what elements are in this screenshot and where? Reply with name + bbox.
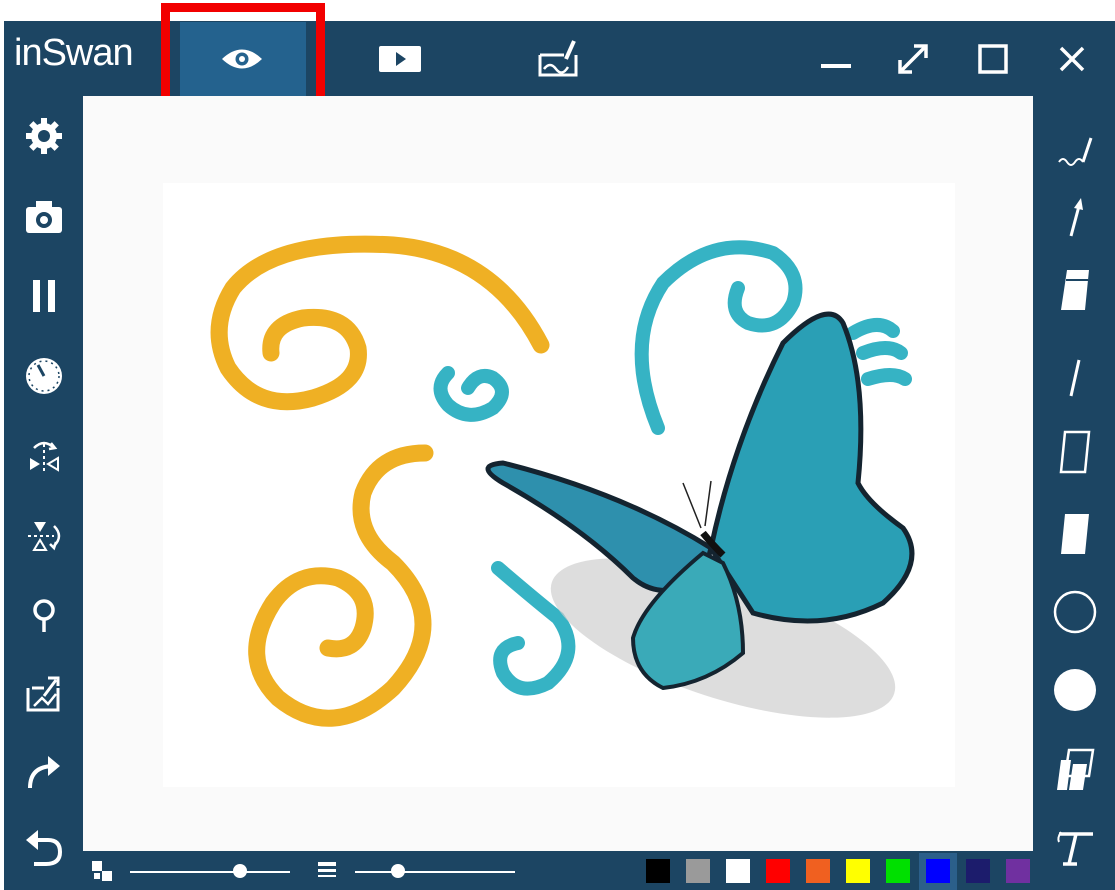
undo-icon [26,830,63,866]
rectangle-outline-icon [1059,430,1091,474]
minimize-icon [821,64,851,68]
camera-icon [26,201,62,233]
timer-icon [26,358,62,394]
teal-lines-1 [846,318,900,340]
arrow-tool-button[interactable] [1045,190,1105,246]
app-logo: inSwan [14,32,134,74]
magnifier-button[interactable] [14,588,74,644]
expand-icon [898,44,928,74]
pause-icon [33,280,55,312]
rectangle-outline-tool-button[interactable] [1045,424,1105,480]
line-tool-button[interactable] [1045,350,1105,406]
text-tool-button[interactable] [1045,820,1105,876]
flip-horizontal-button[interactable] [14,428,74,484]
clear-eraser-tool-button[interactable] [1045,742,1105,798]
camera-preview-image [163,183,955,787]
settings-button[interactable] [14,108,74,164]
board-icon [26,676,60,712]
color-swatch[interactable] [686,859,710,883]
flip-vertical-icon [28,522,61,551]
inswan-app-window: inSwan [0,0,1115,890]
tab-draw[interactable] [533,34,583,84]
snapshot-button[interactable] [14,188,74,244]
minimize-button[interactable] [811,34,861,84]
color-swatch[interactable] [926,859,950,883]
thickness-slider[interactable] [355,871,515,873]
timer-button[interactable] [14,348,74,404]
pen-tool-button[interactable] [1045,124,1105,180]
arrow-icon [1069,198,1083,237]
color-swatch[interactable] [886,859,910,883]
teal-lines-3 [861,368,912,386]
color-swatch[interactable] [846,859,870,883]
rectangle-filled-icon [1061,514,1089,554]
eraser-tool-button[interactable] [1045,262,1105,318]
circle-filled-tool-button[interactable] [1045,662,1105,718]
redo-icon [28,756,60,789]
circle-filled-icon [1054,669,1096,711]
thickness-icon [316,861,338,881]
opacity-slider[interactable] [130,871,290,873]
play-icon [379,46,421,72]
teal-swirl-small [433,366,509,422]
text-icon [1057,831,1093,866]
line-icon [1069,359,1081,397]
freehand-pen-icon [1058,137,1093,166]
undo-button[interactable] [14,822,74,878]
expand-button[interactable] [888,34,938,84]
eraser-icon [1061,270,1089,310]
color-swatch[interactable] [966,859,990,883]
close-icon [1059,46,1085,72]
gear-icon [26,118,62,154]
color-swatch[interactable] [726,859,750,883]
maximize-button[interactable] [968,34,1018,84]
magnifier-icon [33,599,55,632]
circle-outline-tool-button[interactable] [1045,584,1105,640]
yellow-swirl-bottom [248,444,434,727]
flip-vertical-button[interactable] [14,508,74,564]
pause-button[interactable] [14,268,74,324]
redo-button[interactable] [14,744,74,800]
rectangle-filled-tool-button[interactable] [1045,506,1105,562]
tab-play[interactable] [375,34,425,84]
clear-eraser-icon [1057,748,1095,790]
opacity-icon [92,861,112,881]
maximize-icon [978,44,1008,74]
color-swatch[interactable] [806,859,830,883]
teal-lines-2 [856,341,908,360]
board-button[interactable] [14,666,74,722]
board-pen-icon [538,40,578,77]
color-swatch[interactable] [646,859,670,883]
color-swatch[interactable] [1006,859,1030,883]
highlight-box [161,3,325,107]
flip-horizontal-icon [30,441,59,472]
color-swatch[interactable] [766,859,790,883]
close-button[interactable] [1047,34,1097,84]
circle-outline-icon [1053,590,1097,634]
